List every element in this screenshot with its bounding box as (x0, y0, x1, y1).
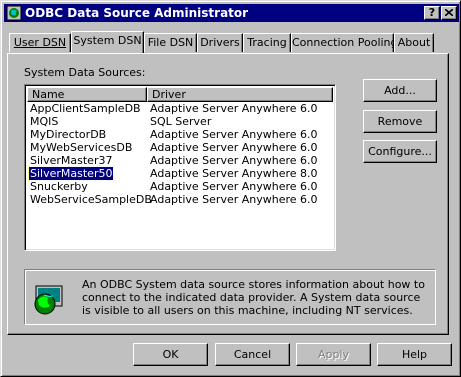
apply-button[interactable]: Apply (296, 343, 371, 366)
cancel-button[interactable]: Cancel (215, 343, 290, 366)
list-item[interactable]: AppClientSampleDB Adaptive Server Anywher… (27, 102, 333, 115)
dsn-name: AppClientSampleDB (30, 102, 141, 115)
tab-label: About (397, 36, 431, 49)
tab-file-dsn[interactable]: File DSN (144, 33, 197, 52)
tab-drivers[interactable]: Drivers (197, 33, 243, 52)
tab-label: System DSN (73, 34, 142, 47)
dsn-name: MQIS (30, 115, 59, 128)
odbc-app-icon (6, 5, 22, 21)
dsn-name: SilverMaster50 (27, 166, 115, 181)
help-title-button[interactable]: ? (424, 6, 440, 20)
title-bar: ODBC Data Source Administrator ? (4, 4, 459, 22)
dsn-name: MyDirectorDB (30, 128, 107, 141)
column-header-name[interactable]: Name (27, 87, 147, 102)
dsn-driver: Adaptive Server Anywhere 6.0 (150, 102, 318, 115)
info-text: An ODBC System data source stores inform… (82, 278, 425, 317)
remove-button[interactable]: Remove (363, 110, 437, 133)
window-title: ODBC Data Source Administrator (25, 6, 249, 20)
list-item[interactable]: WebServiceSampleDB Adaptive Server Anywhe… (27, 193, 333, 206)
dsn-driver: Adaptive Server Anywhere 6.0 (150, 128, 318, 141)
tab-label: File DSN (147, 36, 194, 49)
dsn-name: Snuckerby (30, 180, 88, 193)
dsn-driver: Adaptive Server Anywhere 6.0 (150, 193, 318, 206)
dsn-driver: Adaptive Server Anywhere 8.0 (150, 167, 318, 180)
tab-system-dsn[interactable]: System DSN (71, 31, 144, 53)
dsn-name: WebServiceSampleDB (30, 193, 152, 206)
add-button[interactable]: Add... (363, 79, 437, 102)
odbc-globe-icon (34, 285, 63, 315)
ok-button[interactable]: OK (133, 343, 208, 366)
list-item[interactable]: MyDirectorDB Adaptive Server Anywhere 6.0 (27, 128, 333, 141)
list-item[interactable]: SilverMaster37 Adaptive Server Anywhere 6… (27, 154, 333, 167)
tab-tracing[interactable]: Tracing (243, 33, 291, 52)
list-item[interactable]: MyWebServicesDB Adaptive Server Anywhere … (27, 141, 333, 154)
dsn-name: MyWebServicesDB (30, 141, 133, 154)
dsn-driver: Adaptive Server Anywhere 6.0 (150, 180, 318, 193)
tab-user-dsn[interactable]: User DSN (9, 33, 71, 52)
dsn-name: SilverMaster37 (30, 154, 113, 167)
help-button[interactable]: Help (377, 343, 452, 366)
tab-connection-pooling[interactable]: Connection Pooling (291, 33, 398, 52)
list-item[interactable]: MQIS SQL Server (27, 115, 333, 128)
system-data-sources-label: System Data Sources: (24, 66, 146, 79)
dsn-driver: Adaptive Server Anywhere 6.0 (150, 141, 318, 154)
close-title-button[interactable] (441, 6, 457, 20)
dsn-driver: SQL Server (150, 115, 212, 128)
tab-about[interactable]: About (394, 33, 434, 52)
data-source-list[interactable]: Name Driver AppClientSampleDB Adaptive Se… (24, 84, 336, 251)
list-item-selected[interactable]: SilverMaster50 Adaptive Server Anywhere 8… (27, 166, 333, 181)
column-header-driver[interactable]: Driver (147, 87, 333, 102)
tab-label: Drivers (200, 36, 240, 49)
configure-button[interactable]: Configure... (363, 140, 437, 163)
close-icon (444, 8, 454, 17)
tab-label: Tracing (247, 36, 287, 49)
list-item[interactable]: Snuckerby Adaptive Server Anywhere 6.0 (27, 180, 333, 193)
tab-label: User DSN (13, 36, 67, 49)
tab-label: Connection Pooling (292, 36, 398, 49)
dsn-driver: Adaptive Server Anywhere 6.0 (150, 154, 318, 167)
